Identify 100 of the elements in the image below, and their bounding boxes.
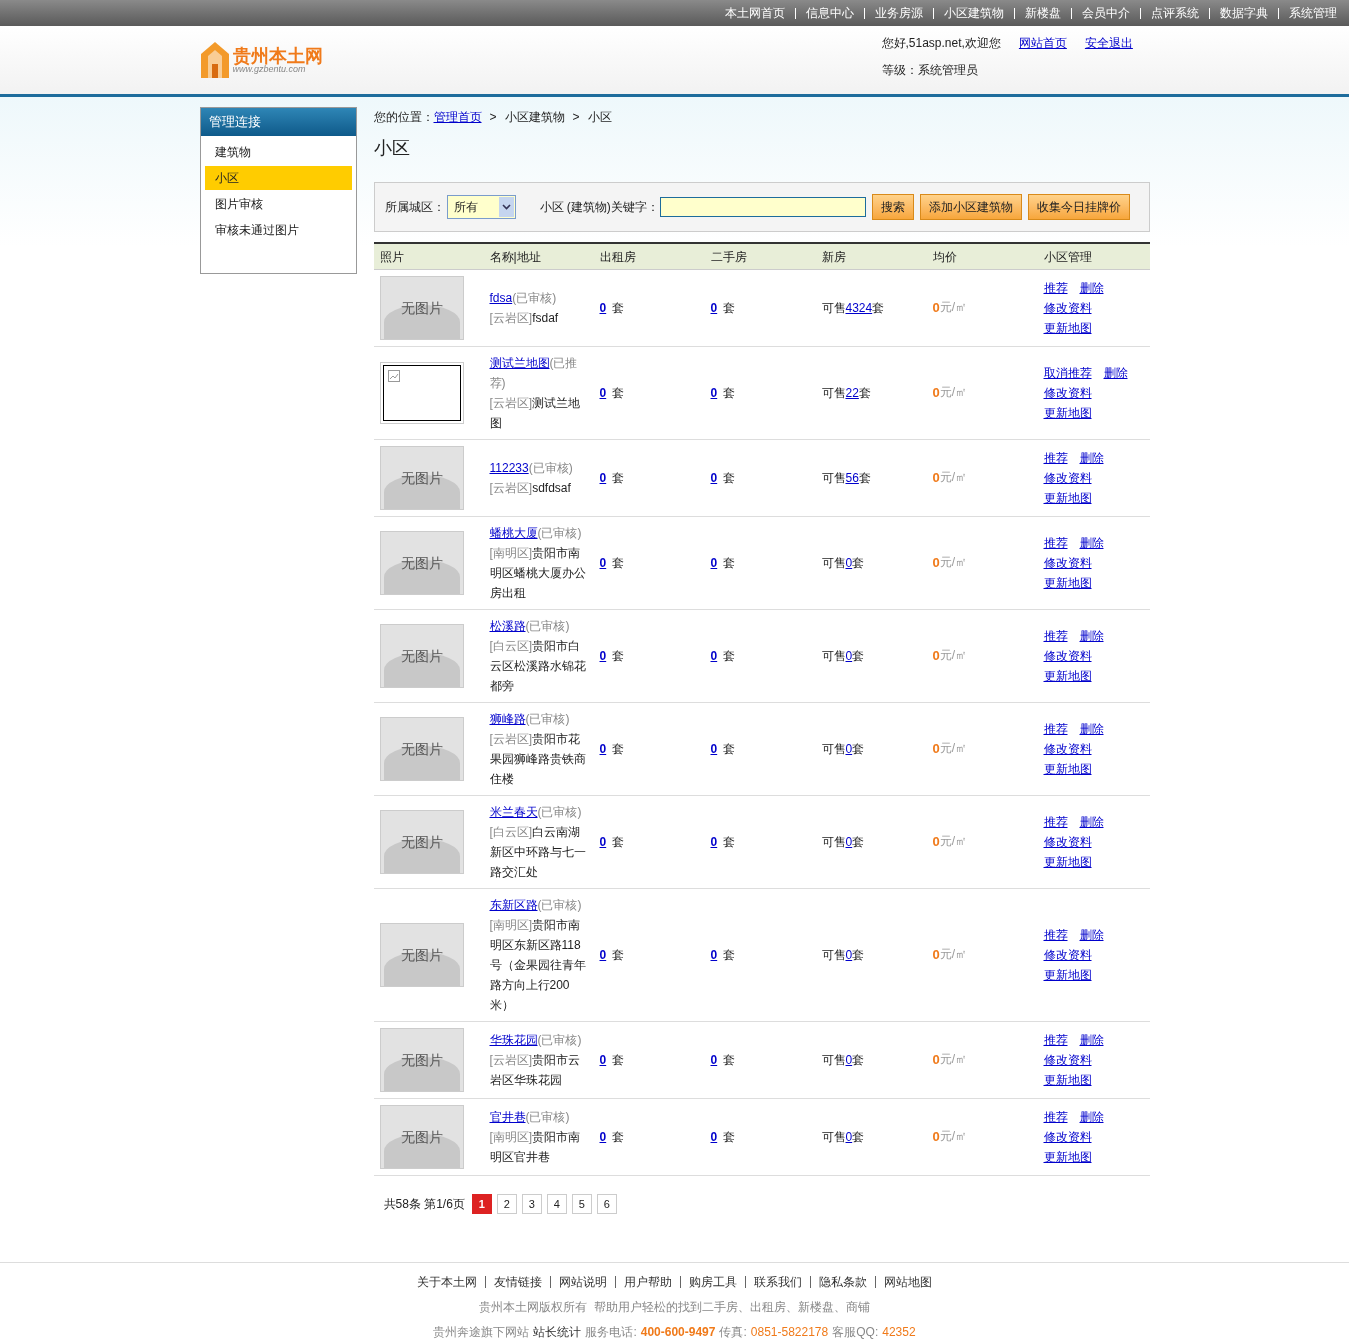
- new-home-count-link[interactable]: 0: [845, 647, 853, 665]
- page-link[interactable]: 4: [546, 1194, 567, 1214]
- manage-link[interactable]: 更新地图: [1043, 1147, 1092, 1167]
- sidebar-item[interactable]: 小区: [204, 166, 352, 190]
- rent-count-link[interactable]: 0: [599, 740, 607, 758]
- community-name-link[interactable]: 蟠桃大厦: [489, 526, 538, 540]
- rent-count-link[interactable]: 0: [599, 1051, 607, 1069]
- community-name-link[interactable]: 松溪路: [489, 619, 526, 633]
- top-nav-link[interactable]: 点评系统: [1151, 4, 1199, 22]
- manage-link[interactable]: 删除: [1079, 925, 1104, 945]
- manage-link[interactable]: 更新地图: [1043, 318, 1092, 338]
- community-name-link[interactable]: 华珠花园: [489, 1033, 538, 1047]
- header-link[interactable]: 网站首页: [1018, 34, 1067, 52]
- footer-link[interactable]: 网站地图: [884, 1273, 932, 1291]
- community-name-link[interactable]: 测试兰地图: [489, 356, 550, 370]
- manage-link[interactable]: 推荐: [1043, 812, 1068, 832]
- community-name-link[interactable]: 狮峰路: [489, 712, 526, 726]
- manage-link[interactable]: 修改资料: [1043, 646, 1092, 666]
- second-hand-count-link[interactable]: 0: [710, 384, 718, 402]
- sidebar-item[interactable]: 建筑物: [204, 140, 352, 164]
- second-hand-count-link[interactable]: 0: [710, 946, 718, 964]
- second-hand-count-link[interactable]: 0: [710, 833, 718, 851]
- top-nav-link[interactable]: 系统管理: [1289, 4, 1337, 22]
- footer-link[interactable]: 联系我们: [754, 1273, 802, 1291]
- manage-link[interactable]: 删除: [1079, 448, 1104, 468]
- second-hand-count-link[interactable]: 0: [710, 554, 718, 572]
- footer-link[interactable]: 隐私条款: [819, 1273, 867, 1291]
- manage-link[interactable]: 删除: [1079, 1107, 1104, 1127]
- sidebar-item[interactable]: 图片审核: [204, 192, 352, 216]
- top-nav-link[interactable]: 小区建筑物: [944, 4, 1004, 22]
- manage-link[interactable]: 删除: [1079, 278, 1104, 298]
- manage-link[interactable]: 推荐: [1043, 448, 1068, 468]
- second-hand-count-link[interactable]: 0: [710, 1128, 718, 1146]
- top-nav-link[interactable]: 本土网首页: [725, 4, 785, 22]
- second-hand-count-link[interactable]: 0: [710, 647, 718, 665]
- community-name-link[interactable]: 米兰春天: [489, 805, 538, 819]
- new-home-count-link[interactable]: 0: [845, 740, 853, 758]
- manage-link[interactable]: 删除: [1079, 626, 1104, 646]
- rent-count-link[interactable]: 0: [599, 469, 607, 487]
- manage-link[interactable]: 推荐: [1043, 1030, 1068, 1050]
- new-home-count-link[interactable]: 0: [845, 833, 853, 851]
- manage-link[interactable]: 更新地图: [1043, 573, 1092, 593]
- manage-link[interactable]: 推荐: [1043, 925, 1068, 945]
- action-button[interactable]: 收集今日挂牌价: [1027, 194, 1130, 220]
- manage-link[interactable]: 更新地图: [1043, 965, 1092, 985]
- manage-link[interactable]: 更新地图: [1043, 666, 1092, 686]
- new-home-count-link[interactable]: 22: [845, 384, 859, 402]
- top-nav-link[interactable]: 业务房源: [875, 4, 923, 22]
- top-nav-link[interactable]: 数据字典: [1220, 4, 1268, 22]
- community-name-link[interactable]: fdsa: [489, 291, 513, 305]
- manage-link[interactable]: 修改资料: [1043, 468, 1092, 488]
- manage-link[interactable]: 推荐: [1043, 1107, 1068, 1127]
- community-name-link[interactable]: 112233: [489, 461, 529, 475]
- breadcrumb-link[interactable]: 管理首页: [433, 108, 482, 126]
- manage-link[interactable]: 删除: [1079, 533, 1104, 553]
- page-link[interactable]: 6: [596, 1194, 617, 1214]
- rent-count-link[interactable]: 0: [599, 299, 607, 317]
- manage-link[interactable]: 修改资料: [1043, 832, 1092, 852]
- rent-count-link[interactable]: 0: [599, 647, 607, 665]
- manage-link[interactable]: 修改资料: [1043, 298, 1092, 318]
- manage-link[interactable]: 修改资料: [1043, 945, 1092, 965]
- footer-link[interactable]: 网站说明: [559, 1273, 607, 1291]
- manage-link[interactable]: 推荐: [1043, 278, 1068, 298]
- manage-link[interactable]: 取消推荐: [1043, 363, 1092, 383]
- sidebar-item[interactable]: 审核未通过图片: [204, 218, 352, 242]
- manage-link[interactable]: 修改资料: [1043, 1050, 1092, 1070]
- manage-link[interactable]: 修改资料: [1043, 1127, 1092, 1147]
- manage-link[interactable]: 删除: [1103, 363, 1128, 383]
- header-link[interactable]: 安全退出: [1084, 34, 1133, 52]
- footer-link[interactable]: 购房工具: [689, 1273, 737, 1291]
- footer-link[interactable]: 关于本土网: [417, 1273, 477, 1291]
- manage-link[interactable]: 删除: [1079, 719, 1104, 739]
- manage-link[interactable]: 更新地图: [1043, 1070, 1092, 1090]
- manage-link[interactable]: 更新地图: [1043, 403, 1092, 423]
- community-name-link[interactable]: 东新区路: [489, 898, 538, 912]
- new-home-count-link[interactable]: 0: [845, 946, 853, 964]
- new-home-count-link[interactable]: 56: [845, 469, 859, 487]
- second-hand-count-link[interactable]: 0: [710, 299, 718, 317]
- manage-link[interactable]: 删除: [1079, 812, 1104, 832]
- rent-count-link[interactable]: 0: [599, 554, 607, 572]
- rent-count-link[interactable]: 0: [599, 833, 607, 851]
- top-nav-link[interactable]: 会员中介: [1082, 4, 1130, 22]
- top-nav-link[interactable]: 信息中心: [806, 4, 854, 22]
- new-home-count-link[interactable]: 0: [845, 1128, 853, 1146]
- page-link[interactable]: 3: [521, 1194, 542, 1214]
- new-home-count-link[interactable]: 0: [845, 1051, 853, 1069]
- action-button[interactable]: 搜索: [871, 194, 914, 220]
- second-hand-count-link[interactable]: 0: [710, 469, 718, 487]
- manage-link[interactable]: 推荐: [1043, 533, 1068, 553]
- new-home-count-link[interactable]: 0: [845, 554, 853, 572]
- manage-link[interactable]: 推荐: [1043, 719, 1068, 739]
- page-link[interactable]: 2: [496, 1194, 517, 1214]
- page-link[interactable]: 5: [571, 1194, 592, 1214]
- footer-link[interactable]: 用户帮助: [624, 1273, 672, 1291]
- top-nav-link[interactable]: 新楼盘: [1025, 4, 1061, 22]
- new-home-count-link[interactable]: 4324: [845, 299, 873, 317]
- manage-link[interactable]: 修改资料: [1043, 383, 1092, 403]
- manage-link[interactable]: 更新地图: [1043, 488, 1092, 508]
- community-name-link[interactable]: 官井巷: [489, 1110, 526, 1124]
- rent-count-link[interactable]: 0: [599, 384, 607, 402]
